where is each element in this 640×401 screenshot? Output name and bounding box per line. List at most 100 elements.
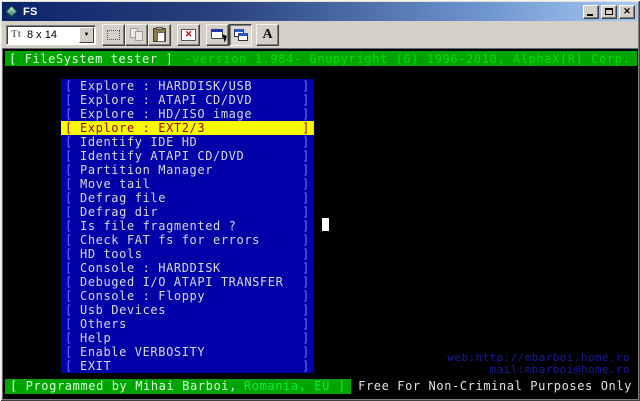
bracket-right: ] [302, 275, 310, 289]
bracket-left: [ [65, 107, 73, 121]
menu-item-label: Explore : HD/ISO image [80, 107, 253, 121]
menu-item[interactable]: [ Enable VERBOSITY ] [61, 345, 314, 359]
bracket-right: ] [302, 93, 310, 107]
maximize-button[interactable] [601, 4, 617, 19]
font-size-select[interactable]: Tt 8 x 14 ▼ [6, 24, 96, 45]
bracket-right: ] [302, 121, 310, 135]
bracket-right: ] [302, 317, 310, 331]
bracket-left: [ [65, 345, 73, 359]
credits-bar: [ Programmed by Mihai Barboi, Romania, E… [5, 379, 351, 394]
menu-item[interactable]: [ Defrag dir ] [61, 205, 314, 219]
credit-country: Romania, EU ] [243, 379, 346, 393]
bracket-right: ] [302, 359, 310, 373]
bracket-right: ] [302, 205, 310, 219]
bracket-left: [ [65, 331, 73, 345]
minimize-icon [587, 13, 593, 16]
fullscreen-button[interactable]: ✕ [177, 23, 200, 46]
copy-button[interactable] [125, 23, 148, 46]
bracket-right: ] [302, 331, 310, 345]
menu-item[interactable]: [ Usb Devices ] [61, 303, 314, 317]
bracket-right: ] [302, 177, 310, 191]
contact-links: web:http://mbarboi.home.ro mail:mbarboi@… [447, 352, 630, 376]
text-cursor [322, 218, 329, 231]
bracket-left: [ [65, 317, 73, 331]
menu-item[interactable]: [ HD tools ] [61, 247, 314, 261]
menu-item[interactable]: [ Explore : EXT2/3 ] [61, 121, 314, 135]
menu-item[interactable]: [ Debuged I/O ATAPI TRANSFER ] [61, 275, 314, 289]
bracket-right: ] [302, 191, 310, 205]
menu-item-label: Identify IDE HD [80, 135, 198, 149]
properties-icon [210, 28, 227, 43]
menu-item-label: Enable VERBOSITY [80, 345, 206, 359]
menu-item-label: Console : HARDDISK [80, 261, 221, 275]
bracket-left: [ [65, 163, 73, 177]
menu-item[interactable]: [ Explore : HD/ISO image ] [61, 107, 314, 121]
chevron-down-icon[interactable]: ▼ [79, 26, 94, 43]
bracket-left: [ [65, 303, 73, 317]
menu-item[interactable]: [ Help ] [61, 331, 314, 345]
bracket-left: [ [65, 289, 73, 303]
close-icon: ✕ [623, 6, 631, 16]
menu-item-label: Check FAT fs for errors [80, 233, 260, 247]
menu-item-label: Console : Floppy [80, 289, 206, 303]
bracket-left: [ [65, 205, 73, 219]
bracket-left: [ [65, 247, 73, 261]
font-button[interactable]: A [256, 23, 279, 46]
menu-item-label: Usb Devices [80, 303, 167, 317]
menu-item-label: Partition Manager [80, 163, 214, 177]
menu-item[interactable]: [ EXIT ] [61, 359, 314, 373]
bracket-right: ] [302, 219, 310, 233]
bracket-right: ] [302, 303, 310, 317]
menu-item-label: Explore : HARDDISK/USB [80, 79, 253, 93]
menu-item[interactable]: [ Explore : ATAPI CD/DVD ] [61, 93, 314, 107]
bracket-left: [ [65, 149, 73, 163]
bracket-left: [ [65, 135, 73, 149]
bracket-left: [ [65, 177, 73, 191]
program-title: [ FileSystem tester ] [9, 51, 174, 66]
properties-button[interactable] [206, 23, 229, 46]
close-button[interactable]: ✕ [619, 4, 635, 19]
bracket-left: [ [65, 275, 73, 289]
mark-button[interactable] [102, 23, 125, 46]
maximize-icon [605, 8, 613, 15]
menu-item[interactable]: [ Defrag file ] [61, 191, 314, 205]
bracket-left: [ [65, 359, 73, 373]
mail-link: mail:mbarboi@home.ro [489, 363, 630, 376]
menu-item-label: Move tail [80, 177, 151, 191]
menu-item[interactable]: [ Identify ATAPI CD/DVD ] [61, 149, 314, 163]
font-icon: A [262, 26, 273, 42]
menu-item-label: EXIT [80, 359, 112, 373]
bracket-right: ] [302, 163, 310, 177]
menu-item[interactable]: [ Move tail ] [61, 177, 314, 191]
bracket-right: ] [302, 233, 310, 247]
terminal-screen[interactable]: [ FileSystem tester ] -version 1.984- Gn… [2, 48, 638, 399]
minimize-button[interactable] [583, 4, 599, 19]
window-title: FS [23, 5, 38, 18]
menu-item[interactable]: [ Console : HARDDISK ] [61, 261, 314, 275]
main-menu: [ Explore : HARDDISK/USB ] [ Explore : A… [61, 79, 314, 373]
app-icon [5, 4, 19, 19]
program-version: -version 1.984- Gnupyright (G) 1996-2010… [184, 51, 631, 66]
bracket-left: [ [65, 121, 73, 135]
paste-icon [153, 26, 166, 42]
bracket-right: ] [302, 345, 310, 359]
menu-item-label: Defrag dir [80, 205, 159, 219]
menu-item[interactable]: [ Identify IDE HD ] [61, 135, 314, 149]
font-size-value: 8 x 14 [27, 28, 57, 41]
license-text: Free For Non-Criminal Purposes Only [358, 379, 632, 393]
menu-item-label: Identify ATAPI CD/DVD [80, 149, 245, 163]
fullscreen-icon: ✕ [181, 28, 196, 41]
menu-item[interactable]: [ Check FAT fs for errors ] [61, 233, 314, 247]
menu-item[interactable]: [ Others ] [61, 317, 314, 331]
menu-item[interactable]: [ Explore : HARDDISK/USB ] [61, 79, 314, 93]
menu-item[interactable]: [ Partition Manager ] [61, 163, 314, 177]
mark-icon [107, 29, 120, 40]
title-bar[interactable]: FS ✕ [2, 2, 638, 21]
menu-item[interactable]: [ Is file fragmented ? ] [61, 219, 314, 233]
background-icon [233, 28, 248, 41]
menu-item[interactable]: [ Console : Floppy ] [61, 289, 314, 303]
paste-button[interactable] [148, 23, 171, 46]
background-button[interactable] [229, 23, 252, 46]
console-toolbar: Tt 8 x 14 ▼ ✕ A [2, 21, 638, 48]
program-header-bar: [ FileSystem tester ] -version 1.984- Gn… [5, 51, 637, 66]
